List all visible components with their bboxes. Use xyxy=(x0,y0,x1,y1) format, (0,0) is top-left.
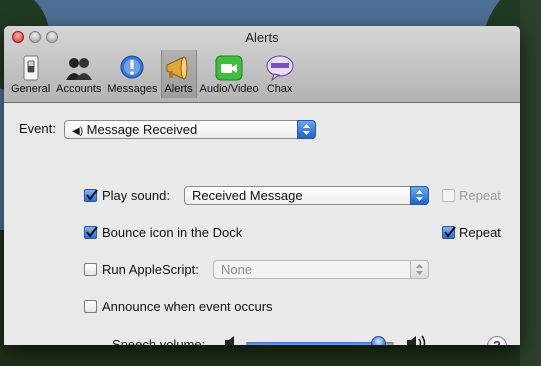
alerts-preferences-window: Alerts General Accounts Messages Alerts … xyxy=(4,26,520,345)
toolbar-label: Messages xyxy=(107,83,158,95)
toolbar-accounts[interactable]: Accounts xyxy=(53,50,104,98)
play-sound-checkbox[interactable] xyxy=(84,189,98,202)
help-button[interactable]: ? xyxy=(487,336,507,345)
speech-volume-slider[interactable] xyxy=(246,336,394,345)
accounts-people-icon xyxy=(65,58,92,80)
play-sound-repeat-label: Repeat xyxy=(459,188,501,203)
toolbar-label: Alerts xyxy=(164,83,193,95)
announce-checkbox[interactable] xyxy=(84,300,97,313)
toolbar-label: Audio/Video xyxy=(199,83,259,95)
bounce-repeat-checkbox[interactable] xyxy=(442,226,456,239)
title-bar: Alerts General Accounts Messages Alerts … xyxy=(4,26,520,103)
help-icon: ? xyxy=(493,338,501,345)
bounce-label: Bounce icon in the Dock xyxy=(102,225,243,240)
speech-volume-label: Speech volume: xyxy=(112,337,206,345)
sound-value: Received Message xyxy=(192,188,303,203)
event-value: Message Received xyxy=(86,122,198,137)
applescript-popup[interactable]: None xyxy=(213,260,429,279)
toolbar-chax[interactable]: Chax xyxy=(262,50,298,98)
general-switch-icon xyxy=(23,55,39,81)
toolbar-label: Chax xyxy=(266,83,293,95)
slider-fill xyxy=(246,342,379,345)
video-camera-icon xyxy=(215,55,243,81)
window-title: Alerts xyxy=(245,30,279,45)
toolbar-audio-video[interactable]: Audio/Video xyxy=(197,50,262,98)
play-sound-repeat-checkbox[interactable] xyxy=(442,189,455,202)
speaker-small-icon: ◀) xyxy=(72,126,84,137)
bounce-checkbox[interactable] xyxy=(84,226,98,239)
toolbar-alerts[interactable]: Alerts xyxy=(160,50,197,98)
toolbar-messages[interactable]: Messages xyxy=(104,50,160,98)
announce-label: Announce when event occurs xyxy=(102,299,273,314)
applescript-value: None xyxy=(221,262,253,277)
event-label: Event: xyxy=(19,121,56,136)
popup-arrows-icon xyxy=(410,186,429,205)
slider-knob[interactable] xyxy=(371,336,386,345)
sound-popup[interactable]: Received Message xyxy=(184,186,429,205)
applescript-label: Run AppleScript: xyxy=(102,262,199,277)
chax-bubble-icon xyxy=(266,55,294,82)
volume-high-icon xyxy=(407,335,426,345)
popup-arrows-icon xyxy=(410,260,429,279)
alerts-pane: Event: ◀) Message Received Play sound: R… xyxy=(4,103,520,345)
alerts-megaphone-icon xyxy=(166,56,188,80)
popup-arrows-icon xyxy=(297,120,316,139)
bounce-repeat-label: Repeat xyxy=(459,225,501,240)
volume-low-icon xyxy=(225,336,234,345)
applescript-checkbox[interactable] xyxy=(84,263,97,276)
play-sound-label: Play sound: xyxy=(102,188,170,203)
event-popup[interactable]: ◀) Message Received xyxy=(64,120,316,139)
messages-exclamation-icon xyxy=(120,55,144,79)
toolbar-label: General xyxy=(11,83,51,95)
preferences-toolbar: General Accounts Messages Alerts Audio/V… xyxy=(8,50,298,98)
toolbar-label: Accounts xyxy=(56,83,102,95)
toolbar-general[interactable]: General xyxy=(8,50,53,98)
